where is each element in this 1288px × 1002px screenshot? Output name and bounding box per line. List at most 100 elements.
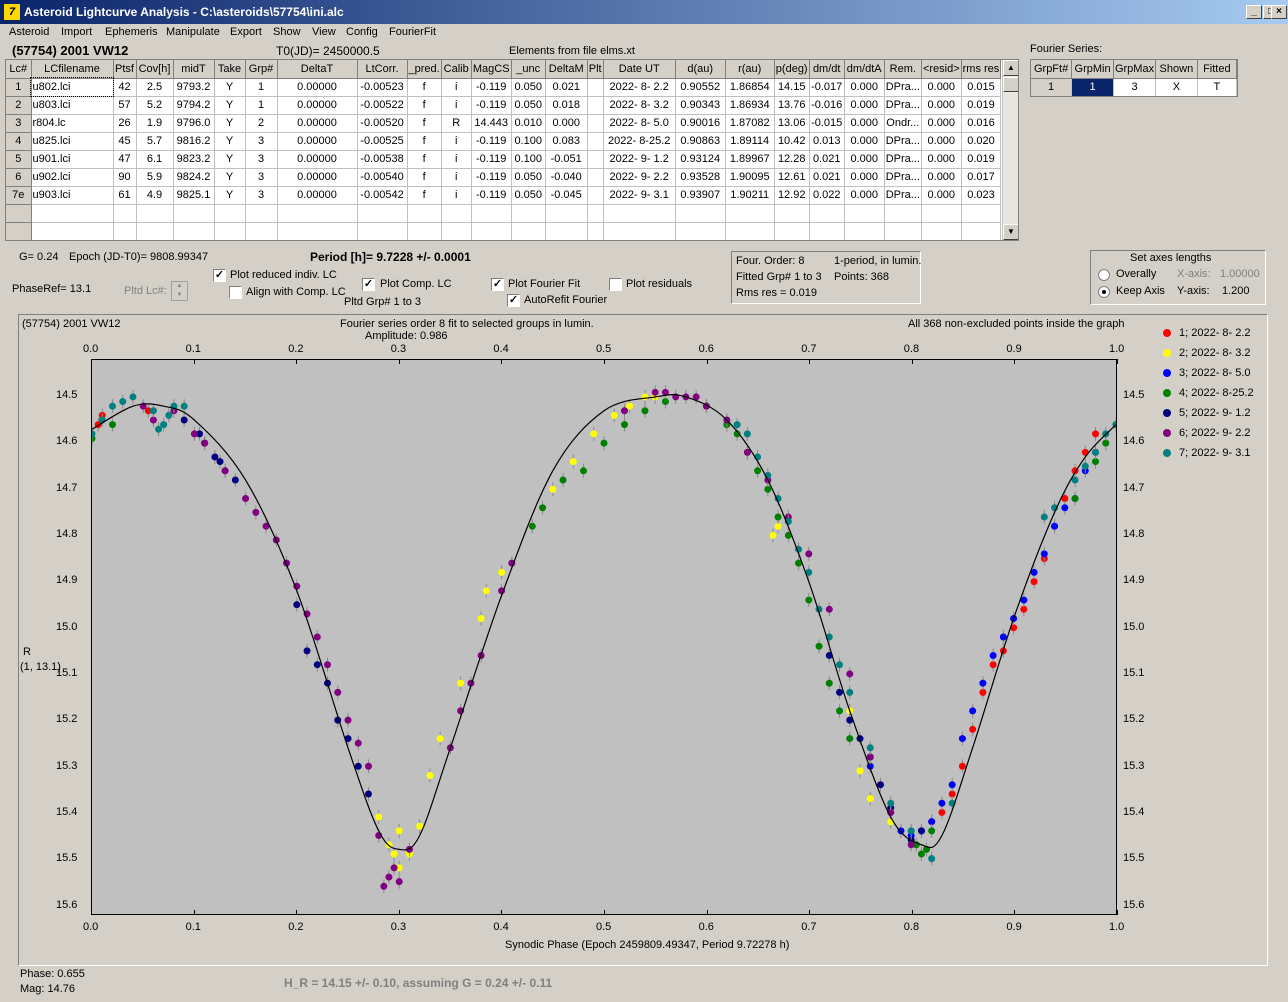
table-cell[interactable]: 3 (245, 150, 278, 169)
spin-down-icon[interactable]: ▼ (172, 291, 187, 300)
table-cell[interactable]: 2022- 9- 2.2 (603, 168, 676, 187)
table-cell[interactable]: f (407, 132, 442, 151)
table-cell[interactable]: 0.100 (511, 150, 546, 169)
close-button[interactable]: × (1271, 5, 1287, 19)
table-cell[interactable]: 5.2 (136, 96, 174, 115)
table-cell[interactable]: 0.050 (511, 168, 546, 187)
table-cell[interactable]: 0.016 (961, 114, 1002, 133)
table-cell[interactable]: 45 (113, 132, 137, 151)
menu-manipulate[interactable]: Manipulate (166, 26, 220, 38)
table-cell[interactable]: 2022- 8- 3.2 (603, 96, 676, 115)
table-row[interactable]: 7e u903.lci 61 4.9 9825.1 Y 3 0.00000 -0.00542 f i… (6, 186, 1002, 205)
fourier-cell[interactable]: 1 (1031, 78, 1073, 96)
table-cell[interactable]: 0.000 (921, 96, 962, 115)
table-cell[interactable]: 0.000 (844, 114, 885, 133)
table-cell[interactable]: 0.021 (545, 78, 588, 97)
fourier-col-header[interactable]: Fitted (1197, 60, 1237, 79)
table-cell[interactable]: R (441, 114, 472, 133)
table-cell[interactable] (774, 204, 810, 223)
table-cell[interactable]: 2022- 9- 3.1 (603, 186, 676, 205)
scroll-down-button[interactable]: ▼ (1003, 224, 1018, 240)
table-cell[interactable]: Y (214, 96, 246, 115)
table-cell[interactable]: u903.lci (31, 186, 114, 205)
table-cell[interactable]: -0.017 (809, 78, 845, 97)
table-cell[interactable]: -0.00523 (357, 78, 408, 97)
row-header[interactable]: 3 (6, 114, 32, 133)
empty-table-row[interactable] (6, 222, 1002, 240)
table-cell[interactable]: -0.00540 (357, 168, 408, 187)
table-row[interactable]: 5 u901.lci 47 6.1 9823.2 Y 3 0.00000 -0.00538 f i -… (6, 150, 1002, 169)
row-header[interactable]: 1 (6, 78, 32, 97)
lightcurve-plot-area[interactable] (88, 359, 1120, 915)
table-cell[interactable]: DPra... (884, 78, 922, 97)
table-cell[interactable]: -0.045 (545, 186, 588, 205)
table-cell[interactable]: 0.017 (961, 168, 1002, 187)
table-cell[interactable]: 0.019 (961, 96, 1002, 115)
table-cell[interactable]: f (407, 114, 442, 133)
table-cell[interactable]: 2022- 8- 2.2 (603, 78, 676, 97)
table-cell[interactable]: 0.010 (511, 114, 546, 133)
table-cell[interactable]: -0.119 (471, 78, 512, 97)
table-cell[interactable]: 2 (245, 114, 278, 133)
table-row[interactable]: 6 u902.lci 90 5.9 9824.2 Y 3 0.00000 -0.00540 f i -… (6, 168, 1002, 187)
table-cell[interactable]: 90 (113, 168, 137, 187)
row-header[interactable]: 7e (6, 186, 32, 205)
lightcurve-chart[interactable] (88, 360, 1120, 914)
table-cell[interactable]: 0.018 (545, 96, 588, 115)
lightcurve-table[interactable]: Lc# LCfilename Ptsf Cov[h] midT Take Grp# Delta… (5, 59, 1019, 241)
table-cell[interactable] (173, 204, 215, 223)
table-cell[interactable]: i (441, 168, 472, 187)
table-cell[interactable]: 1 (245, 78, 278, 97)
table-cell[interactable]: 0.015 (961, 78, 1002, 97)
table-cell[interactable]: DPra... (884, 132, 922, 151)
fourier-col-header[interactable]: GrpMax (1113, 60, 1157, 79)
menu-import[interactable]: Import (61, 26, 92, 38)
column-header[interactable]: _unc (511, 60, 546, 79)
table-cell[interactable]: 0.000 (921, 186, 962, 205)
table-cell[interactable]: 4.9 (136, 186, 174, 205)
table-cell[interactable]: 47 (113, 150, 137, 169)
table-cell[interactable]: 0.050 (511, 186, 546, 205)
table-cell[interactable]: 0.93124 (675, 150, 726, 169)
table-cell[interactable] (245, 204, 278, 223)
menu-ephemeris[interactable]: Ephemeris (105, 26, 158, 38)
table-cell[interactable]: 0.90343 (675, 96, 726, 115)
table-cell[interactable]: -0.040 (545, 168, 588, 187)
keep-axis-radio[interactable] (1098, 286, 1110, 298)
column-header[interactable]: dm/dtA (844, 60, 885, 79)
table-cell[interactable]: DPra... (884, 150, 922, 169)
table-cell[interactable]: 9794.2 (173, 96, 215, 115)
table-cell[interactable] (587, 132, 604, 151)
table-cell[interactable] (603, 222, 676, 240)
table-row[interactable]: 1 u802.lci 42 2.5 9793.2 Y 1 0.00000 -0.00523 f i -… (6, 77, 1002, 97)
table-cell[interactable] (844, 222, 885, 240)
table-cell[interactable] (357, 222, 408, 240)
table-cell[interactable] (587, 168, 604, 187)
table-cell[interactable]: 3 (245, 168, 278, 187)
table-cell[interactable]: 9793.2 (173, 78, 215, 97)
column-header[interactable]: Ptsf (113, 60, 137, 79)
column-header[interactable]: Plt (587, 60, 604, 79)
table-cell[interactable]: 0.000 (844, 96, 885, 115)
empty-table-row[interactable] (6, 204, 1002, 223)
column-header[interactable]: MagCS (471, 60, 512, 79)
table-cell[interactable]: 9825.1 (173, 186, 215, 205)
table-cell[interactable]: -0.00538 (357, 150, 408, 169)
table-row[interactable]: 4 u825.lci 45 5.7 9816.2 Y 3 0.00000 -0.00525 f i -… (6, 132, 1002, 151)
table-cell[interactable]: 0.00000 (277, 96, 358, 115)
table-cell[interactable] (511, 204, 546, 223)
table-cell[interactable]: 9796.0 (173, 114, 215, 133)
table-cell[interactable]: i (441, 78, 472, 97)
table-cell[interactable] (6, 222, 32, 240)
table-cell[interactable] (245, 222, 278, 240)
y-axis-value[interactable]: 1.200 (1222, 285, 1250, 297)
scroll-up-button[interactable]: ▲ (1003, 60, 1018, 76)
align-comp-checkbox[interactable] (229, 286, 242, 299)
table-cell[interactable]: 1.89114 (725, 132, 775, 151)
table-cell[interactable]: 9816.2 (173, 132, 215, 151)
table-cell[interactable]: 0.019 (961, 150, 1002, 169)
table-cell[interactable] (6, 204, 32, 223)
column-header[interactable]: Rem. (884, 60, 922, 79)
table-cell[interactable]: 0.93907 (675, 186, 726, 205)
column-header[interactable]: d(au) (675, 60, 726, 79)
